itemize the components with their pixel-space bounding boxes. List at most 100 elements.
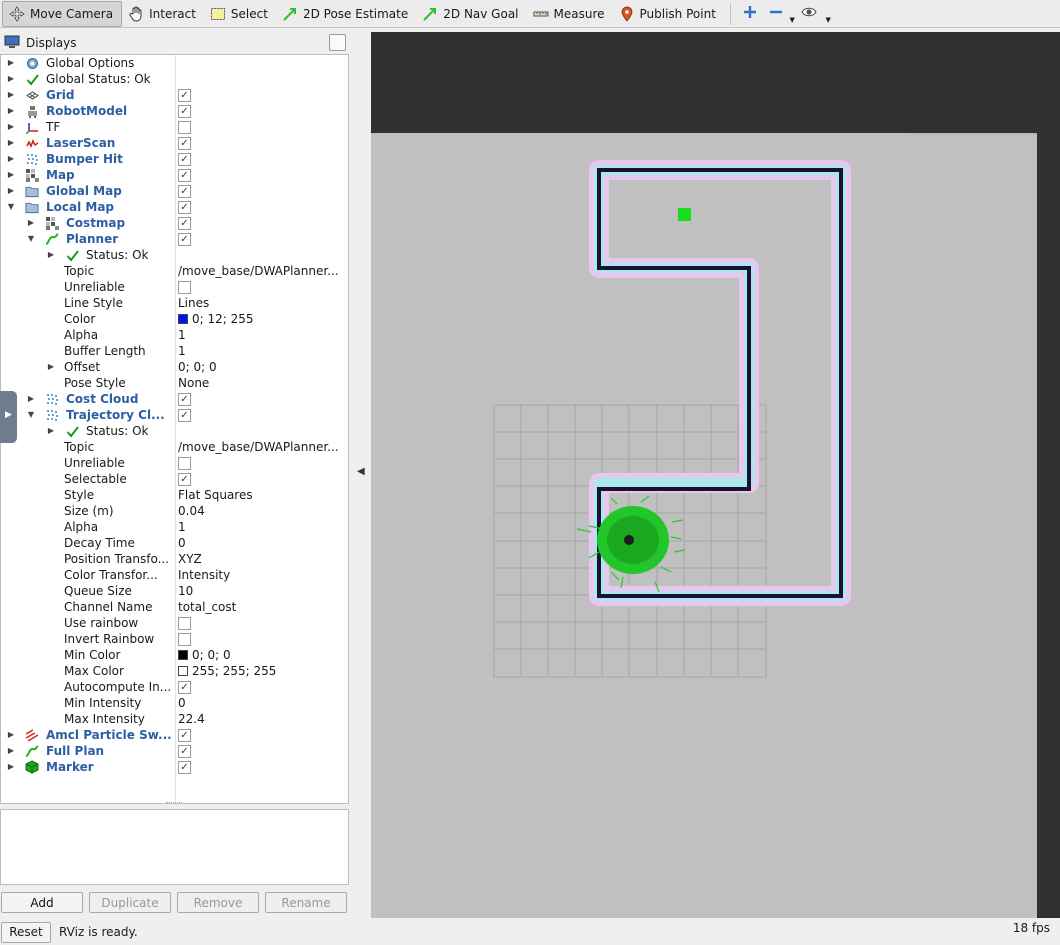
- display-row[interactable]: Unreliable: [1, 279, 348, 295]
- display-checkbox[interactable]: ✓: [178, 233, 191, 246]
- display-checkbox[interactable]: [178, 281, 191, 294]
- display-row[interactable]: Position Transfo... XYZ: [1, 551, 348, 567]
- interact-button[interactable]: Interact: [122, 1, 204, 27]
- display-row[interactable]: Min Intensity 0: [1, 695, 348, 711]
- expand-arrow-icon[interactable]: ▶: [46, 247, 56, 263]
- display-row[interactable]: ▼ Local Map ✓: [1, 199, 348, 215]
- expand-arrow-icon[interactable]: ▶: [6, 759, 16, 775]
- expand-arrow-icon[interactable]: ▶: [26, 391, 36, 407]
- display-row[interactable]: ▶ Grid ✓: [1, 87, 348, 103]
- property-value[interactable]: total_cost: [178, 599, 348, 615]
- display-row[interactable]: Size (m) 0.04: [1, 503, 348, 519]
- property-value[interactable]: 1: [178, 343, 348, 359]
- property-value[interactable]: Lines: [178, 295, 348, 311]
- expand-arrow-icon[interactable]: ▶: [6, 103, 16, 119]
- nav-goal-button[interactable]: 2D Nav Goal: [416, 1, 526, 27]
- display-row[interactable]: Unreliable: [1, 455, 348, 471]
- expand-arrow-icon[interactable]: ▶: [26, 215, 36, 231]
- property-value[interactable]: 0: [178, 695, 348, 711]
- display-row[interactable]: ▶ Offset 0; 0; 0: [1, 359, 348, 375]
- display-row[interactable]: ▶ Global Status: Ok: [1, 71, 348, 87]
- expand-arrow-icon[interactable]: ▶: [6, 135, 16, 151]
- display-row[interactable]: ▶ Costmap ✓: [1, 215, 348, 231]
- rename-button[interactable]: Rename: [265, 892, 347, 913]
- display-row[interactable]: ▶ TF: [1, 119, 348, 135]
- display-checkbox[interactable]: ✓: [178, 681, 191, 694]
- display-row[interactable]: Topic/move_base/DWAPlanner...: [1, 263, 348, 279]
- display-row[interactable]: Alpha 1: [1, 519, 348, 535]
- expand-arrow-icon[interactable]: ▶: [46, 423, 56, 439]
- display-row[interactable]: ▶ Full Plan ✓: [1, 743, 348, 759]
- display-checkbox[interactable]: ✓: [178, 217, 191, 230]
- add-button[interactable]: Add: [1, 892, 83, 913]
- display-row[interactable]: Autocompute In... ✓: [1, 679, 348, 695]
- expand-arrow-icon[interactable]: ▶: [6, 87, 16, 103]
- display-row[interactable]: ▶ Bumper Hit ✓: [1, 151, 348, 167]
- collapse-arrow-icon[interactable]: ▼: [26, 231, 36, 247]
- display-row[interactable]: ▼ Planner ✓: [1, 231, 348, 247]
- expand-arrow-icon[interactable]: ▶: [46, 359, 56, 375]
- collapse-arrow-icon[interactable]: ▼: [6, 199, 16, 215]
- property-value[interactable]: Flat Squares: [178, 487, 348, 503]
- display-row[interactable]: Max Intensity 22.4: [1, 711, 348, 727]
- display-row[interactable]: Min Color 0; 0; 0: [1, 647, 348, 663]
- display-row[interactable]: Buffer Length 1: [1, 343, 348, 359]
- expand-arrow-icon[interactable]: ▶: [6, 167, 16, 183]
- display-row[interactable]: Channel Name total_cost: [1, 599, 348, 615]
- display-checkbox[interactable]: ✓: [178, 201, 191, 214]
- display-row[interactable]: Selectable ✓: [1, 471, 348, 487]
- property-value[interactable]: 1: [178, 327, 348, 343]
- panel-splitter[interactable]: [166, 802, 182, 806]
- display-checkbox[interactable]: ✓: [178, 105, 191, 118]
- property-value[interactable]: None: [178, 375, 348, 391]
- display-checkbox[interactable]: ✓: [178, 729, 191, 742]
- display-row[interactable]: Queue Size 10: [1, 583, 348, 599]
- display-checkbox[interactable]: ✓: [178, 409, 191, 422]
- property-value[interactable]: Intensity: [178, 567, 348, 583]
- property-value[interactable]: 0; 12; 255: [178, 311, 348, 327]
- display-row[interactable]: Style Flat Squares: [1, 487, 348, 503]
- display-row[interactable]: ▶ Global Options: [1, 55, 348, 71]
- side-dock-tab[interactable]: ▶: [0, 391, 17, 443]
- display-checkbox[interactable]: ✓: [178, 473, 191, 486]
- property-value[interactable]: 0.04: [178, 503, 348, 519]
- property-value[interactable]: 1: [178, 519, 348, 535]
- duplicate-button[interactable]: Duplicate: [89, 892, 171, 913]
- display-row[interactable]: Line Style Lines: [1, 295, 348, 311]
- property-value[interactable]: 0; 0; 0: [178, 359, 348, 375]
- display-row[interactable]: Use rainbow: [1, 615, 348, 631]
- display-row[interactable]: Color Transfor... Intensity: [1, 567, 348, 583]
- select-button[interactable]: Select: [204, 1, 276, 27]
- display-row[interactable]: Pose Style None: [1, 375, 348, 391]
- display-checkbox[interactable]: ✓: [178, 137, 191, 150]
- display-checkbox[interactable]: ✓: [178, 169, 191, 182]
- render-viewport[interactable]: [371, 32, 1060, 918]
- display-checkbox[interactable]: [178, 617, 191, 630]
- display-row[interactable]: ▼ Trajectory Cl... ✓: [1, 407, 348, 423]
- display-checkbox[interactable]: ✓: [178, 761, 191, 774]
- display-checkbox[interactable]: [178, 633, 191, 646]
- display-checkbox[interactable]: ✓: [178, 89, 191, 102]
- display-checkbox[interactable]: [178, 457, 191, 470]
- display-row[interactable]: Topic/move_base/DWAPlanner...: [1, 439, 348, 455]
- display-row[interactable]: Invert Rainbow: [1, 631, 348, 647]
- display-row[interactable]: Alpha 1: [1, 327, 348, 343]
- display-checkbox[interactable]: [178, 121, 191, 134]
- expand-arrow-icon[interactable]: ▶: [6, 71, 16, 87]
- collapse-arrow-icon[interactable]: ▼: [26, 407, 36, 423]
- expand-arrow-icon[interactable]: ▶: [6, 727, 16, 743]
- display-row[interactable]: Decay Time 0: [1, 535, 348, 551]
- collapse-panel-arrow[interactable]: ◀: [357, 466, 365, 477]
- display-row[interactable]: ▶ LaserScan ✓: [1, 135, 348, 151]
- display-row[interactable]: ▶ Status: Ok: [1, 423, 348, 439]
- display-row[interactable]: ▶ Map ✓: [1, 167, 348, 183]
- property-value[interactable]: /move_base/DWAPlanner...: [178, 263, 348, 279]
- display-checkbox[interactable]: ✓: [178, 185, 191, 198]
- property-value[interactable]: 22.4: [178, 711, 348, 727]
- property-value[interactable]: /move_base/DWAPlanner...: [178, 439, 348, 455]
- display-checkbox[interactable]: ✓: [178, 393, 191, 406]
- display-row[interactable]: ▶ Global Map ✓: [1, 183, 348, 199]
- display-row[interactable]: ▶ Amcl Particle Sw... ✓: [1, 727, 348, 743]
- display-row[interactable]: ▶ Marker ✓: [1, 759, 348, 775]
- property-value[interactable]: 0; 0; 0: [178, 647, 348, 663]
